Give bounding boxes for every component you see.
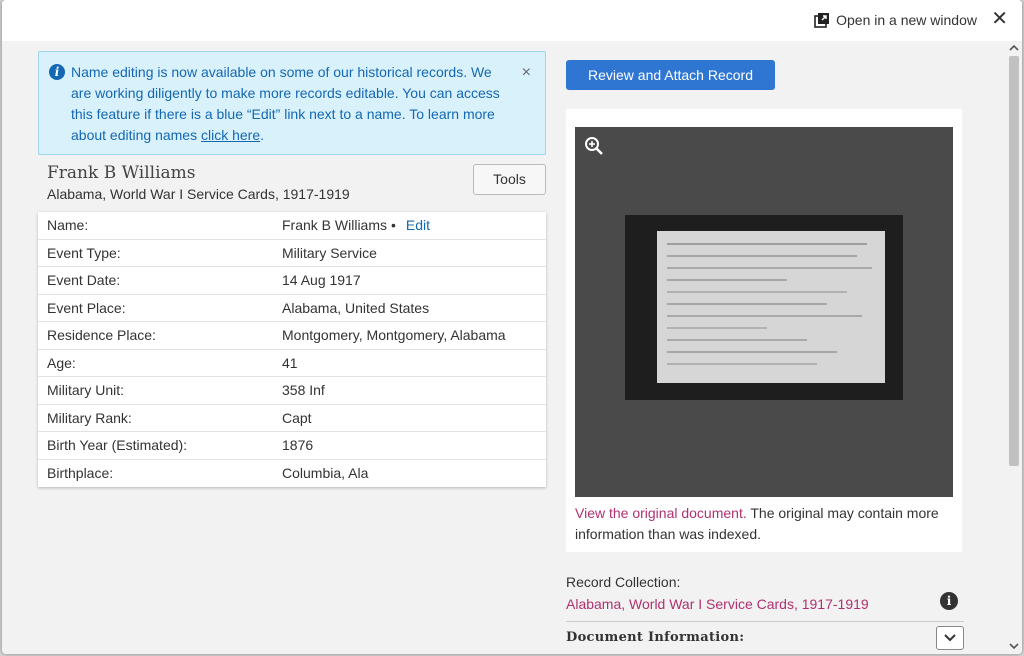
field-label: Birthplace: (47, 465, 114, 482)
field-label: Name: (47, 217, 89, 234)
field-value: 41 (282, 354, 298, 371)
banner-close-button[interactable]: × (522, 62, 531, 83)
field-row-age: Age: 41 (38, 350, 546, 377)
document-information-heading: Document Information: (566, 630, 745, 645)
field-row-birth-year: Birth Year (Estimated): 1876 (38, 432, 546, 460)
chevron-down-icon (944, 634, 956, 642)
close-modal-button[interactable]: ✕ (991, 8, 1008, 30)
field-row-name: Name: Frank B Williams • Edit (38, 212, 546, 240)
field-row-military-rank: Military Rank: Capt (38, 405, 546, 432)
name-editing-banner: i Name editing is now available on some … (38, 51, 546, 155)
field-label: Residence Place: (47, 327, 156, 344)
document-information-toggle[interactable] (936, 626, 964, 650)
view-original-link[interactable]: View the original document. (575, 505, 747, 521)
banner-text: Name editing is now available on some of… (71, 64, 500, 143)
modal-topbar: Open in a new window ✕ (2, 0, 1022, 41)
record-modal: Open in a new window ✕ i Name editing is… (2, 0, 1022, 654)
record-title: Frank B Williams (47, 163, 196, 183)
record-fields-table: Name: Frank B Williams • Edit Event Type… (38, 212, 546, 487)
record-collection-subtitle: Alabama, World War I Service Cards, 1917… (47, 186, 350, 202)
field-value: Alabama, United States (282, 299, 430, 316)
field-label: Age: (47, 354, 76, 371)
field-value: Columbia, Ala (282, 465, 369, 482)
record-collection-label: Record Collection: (566, 574, 681, 590)
field-value: 1876 (282, 437, 314, 454)
record-image-card: View the original document. The original… (566, 109, 962, 552)
field-row-event-type: Event Type: Military Service (38, 240, 546, 267)
modal-scrollbar[interactable] (1006, 41, 1022, 654)
open-new-window-link[interactable]: Open in a new window (814, 12, 977, 28)
field-row-residence-place: Residence Place: Montgomery, Montgomery,… (38, 322, 546, 350)
field-row-event-date: Event Date: 14 Aug 1917 (38, 267, 546, 295)
scrollbar-thumb[interactable] (1009, 56, 1019, 466)
field-label: Event Type: (47, 244, 121, 261)
field-label: Military Unit: (47, 382, 125, 399)
section-divider (566, 621, 964, 622)
info-icon: i (49, 64, 65, 80)
open-new-window-icon (814, 13, 830, 28)
record-collection-link[interactable]: Alabama, World War I Service Cards, 1917… (566, 596, 869, 612)
field-label: Event Place: (47, 299, 126, 316)
field-value: 14 Aug 1917 (282, 272, 361, 289)
scroll-down-arrow-icon[interactable] (1009, 641, 1019, 651)
service-card-image (657, 231, 885, 383)
field-value: Capt (282, 409, 312, 426)
field-value-wrap: Frank B Williams • Edit (282, 217, 546, 233)
zoom-in-icon[interactable] (584, 136, 604, 156)
banner-click-here-link[interactable]: click here (201, 127, 260, 143)
edit-name-link[interactable]: Edit (406, 217, 430, 233)
image-viewer[interactable] (575, 127, 953, 497)
field-row-military-unit: Military Unit: 358 Inf (38, 377, 546, 405)
tools-button[interactable]: Tools (473, 164, 546, 195)
banner-text-end: . (260, 127, 265, 143)
field-value: Military Service (282, 244, 377, 261)
field-row-birthplace: Birthplace: Columbia, Ala (38, 460, 546, 488)
name-bullet: • (391, 217, 396, 234)
field-value[interactable]: Frank B Williams (282, 217, 387, 233)
open-new-window-label: Open in a new window (836, 12, 977, 28)
image-caption: View the original document. The original… (575, 503, 945, 545)
field-value: 358 Inf (282, 382, 325, 399)
review-attach-button[interactable]: Review and Attach Record (566, 60, 775, 90)
field-value: Montgomery, Montgomery, Alabama (282, 327, 506, 344)
field-label: Birth Year (Estimated): (47, 437, 188, 454)
field-row-event-place: Event Place: Alabama, United States (38, 295, 546, 322)
field-label: Event Date: (47, 272, 121, 289)
collection-info-icon[interactable]: i (940, 592, 958, 610)
record-document-thumbnail[interactable] (625, 215, 903, 400)
scroll-up-arrow-icon[interactable] (1009, 43, 1019, 53)
field-label: Military Rank: (47, 409, 132, 426)
